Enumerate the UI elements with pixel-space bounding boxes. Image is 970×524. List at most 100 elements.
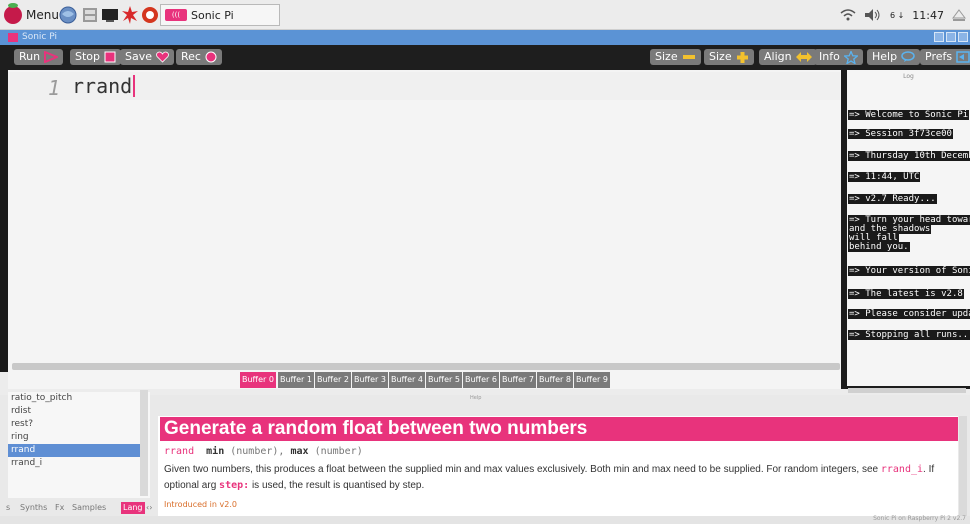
cpu-indicator: 6 ↓ (889, 10, 905, 20)
doc-description: Given two numbers, this produces a float… (164, 462, 954, 494)
list-item[interactable]: rest? (8, 418, 140, 431)
minus-icon (682, 55, 695, 59)
log-line: => Thursday 10th Decemb (848, 151, 970, 161)
system-taskbar: Menu ((( Sonic Pi 6 ↓ 11:47 (0, 0, 970, 30)
rec-button[interactable]: Rec (176, 49, 222, 65)
maximize-button[interactable] (946, 32, 956, 42)
list-item-selected[interactable]: rrand (8, 444, 140, 457)
tab-partial[interactable]: s (6, 502, 10, 514)
size-up-label: Size (709, 50, 732, 63)
menu-button[interactable]: Menu (4, 3, 59, 26)
desc-code-rrand-i[interactable]: rrand_i (881, 464, 923, 475)
terminal-icon[interactable] (100, 5, 120, 25)
stop-button[interactable]: Stop (70, 49, 122, 65)
web-browser-icon[interactable] (58, 5, 78, 25)
run-label: Run (19, 50, 41, 63)
size-up-button[interactable]: Size (704, 49, 754, 65)
eject-icon[interactable] (952, 8, 966, 22)
tab-buffer-1[interactable]: Buffer 1 (278, 372, 314, 388)
log-line: => 11:44, UTC (848, 172, 921, 182)
text-cursor (133, 75, 136, 97)
tab-synths[interactable]: Synths (20, 502, 47, 514)
prefs-icon (956, 51, 970, 63)
tab-samples[interactable]: Samples (72, 502, 106, 514)
info-label: Info (819, 50, 840, 63)
tab-buffer-7[interactable]: Buffer 7 (500, 372, 536, 388)
clock[interactable]: 11:47 (912, 9, 944, 22)
desc-text-2: optional arg (164, 480, 217, 491)
status-bar: Sonic Pi on Raspberry Pi 2 v2.7 (0, 515, 970, 524)
tab-buffer-5[interactable]: Buffer 5 (426, 372, 462, 388)
log-line: => The latest is v2.8 (848, 289, 964, 299)
introduced-version: Introduced in v2.0 (164, 500, 237, 509)
desc-code-step: step: (219, 480, 250, 491)
help-splitter-label: Help (470, 395, 482, 401)
function-signature: rrand min (number), max (number) (164, 446, 363, 457)
record-icon (205, 51, 217, 63)
code-editor[interactable] (8, 70, 841, 372)
tab-buffer-2[interactable]: Buffer 2 (315, 372, 351, 388)
window-app-icon (8, 33, 18, 42)
raspberry-icon (4, 3, 22, 24)
tab-scroll-arrows[interactable]: ‹› (146, 502, 152, 514)
list-item[interactable]: ring (8, 431, 140, 444)
code-line[interactable]: rrand (72, 74, 136, 98)
sig-arg2: max (290, 446, 309, 457)
status-text: Sonic Pi on Raspberry Pi 2 v2.7 (873, 515, 966, 522)
window-title: Sonic Pi (22, 32, 57, 42)
desc-text: Given two numbers, this produces a float… (164, 464, 879, 475)
volume-icon[interactable] (864, 8, 882, 22)
help-list-scrollbar[interactable] (140, 390, 148, 496)
tab-buffer-8[interactable]: Buffer 8 (537, 372, 573, 388)
log-line: => Stopping all runs... (848, 330, 970, 340)
align-label: Align (764, 50, 792, 63)
log-line: behind you. (848, 242, 910, 252)
prefs-button[interactable]: Prefs (920, 49, 970, 65)
align-arrows-icon (795, 52, 812, 62)
sig-arg1-type: (number), (230, 446, 285, 457)
save-label: Save (125, 50, 153, 63)
code-text: rrand (72, 74, 133, 98)
save-button[interactable]: Save (120, 49, 175, 65)
run-button[interactable]: Run (14, 49, 64, 65)
align-button[interactable]: Align (759, 49, 817, 65)
desktop-background (0, 70, 8, 372)
stop-label: Stop (75, 50, 101, 63)
file-manager-icon[interactable] (80, 5, 100, 25)
tab-buffer-9[interactable]: Buffer 9 (574, 372, 610, 388)
toolbar: Run Stop Save Rec Size Size Align Info H… (0, 45, 970, 70)
tab-buffer-0[interactable]: Buffer 0 (240, 372, 276, 388)
help-button[interactable]: Help (867, 49, 921, 65)
log-line: => Please consider upda (848, 309, 970, 319)
taskbar-sonic-pi-window[interactable]: ((( Sonic Pi (160, 4, 280, 26)
tab-buffer-4[interactable]: Buffer 4 (389, 372, 425, 388)
tab-lang[interactable]: Lang (121, 502, 145, 514)
list-item[interactable]: ratio_to_pitch (8, 392, 140, 405)
tab-buffer-6[interactable]: Buffer 6 (463, 372, 499, 388)
wifi-icon[interactable] (840, 8, 856, 22)
tab-fx[interactable]: Fx (55, 502, 64, 514)
log-line: => v2.7 Ready... (848, 194, 937, 204)
close-button[interactable] (958, 32, 968, 42)
sonic-pi-app-icon: ((( (165, 9, 187, 21)
editor-horizontal-scrollbar[interactable] (12, 363, 840, 370)
sig-arg1: min (206, 446, 225, 457)
wolfram-icon[interactable] (140, 5, 160, 25)
list-item[interactable]: rrand_i (8, 457, 140, 470)
desc-text-3: is used, the result is quantised by step… (251, 480, 425, 491)
prefs-label: Prefs (925, 50, 953, 63)
log-horizontal-scrollbar[interactable] (848, 388, 966, 393)
speech-bubble-icon (901, 51, 915, 62)
doc-title: Generate a random float between two numb… (160, 417, 958, 441)
tab-buffer-3[interactable]: Buffer 3 (352, 372, 388, 388)
minimize-button[interactable] (934, 32, 944, 42)
stop-icon (104, 51, 116, 63)
info-button[interactable]: Info (814, 49, 863, 65)
size-down-button[interactable]: Size (650, 49, 701, 65)
rec-label: Rec (181, 50, 201, 63)
mathematica-icon[interactable] (120, 5, 140, 25)
heart-icon (156, 51, 169, 63)
list-item[interactable]: rdist (8, 405, 140, 418)
log-panel[interactable]: Log => Welcome to Sonic Pi => Session 3f… (847, 70, 970, 386)
doc-scrollbar[interactable] (959, 416, 967, 516)
